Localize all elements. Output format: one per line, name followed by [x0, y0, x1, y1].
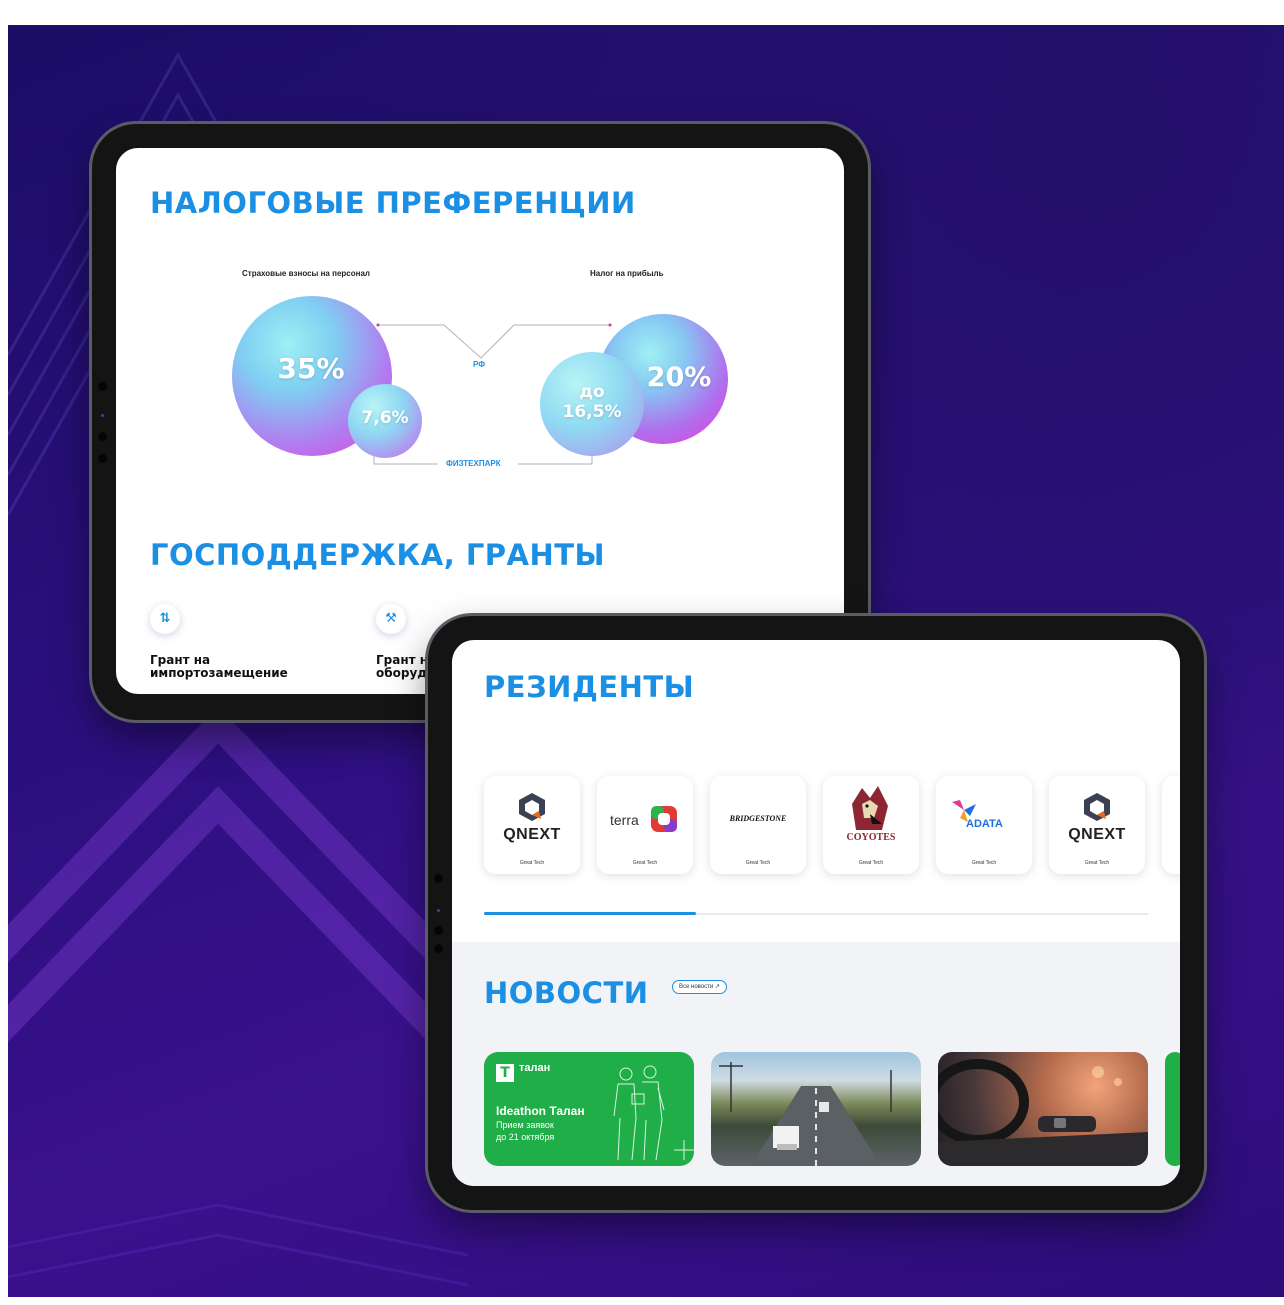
talan-logo-icon: T: [496, 1064, 514, 1082]
people-illustration: [613, 1065, 694, 1161]
qnext-logo-icon: [519, 793, 545, 821]
news-brand: талан: [519, 1062, 551, 1074]
all-news-button[interactable]: Все новости ↗: [672, 980, 727, 994]
camera-icon: [98, 432, 107, 441]
camera-icon: [434, 944, 443, 953]
coyote-logo-icon: [852, 786, 888, 830]
section-title-grants: ГОСПОДДЕРЖКА, ГРАНТЫ: [150, 538, 606, 572]
connector-lines: [373, 323, 612, 465]
highway-photo: [719, 1062, 892, 1166]
resident-card-qnext-2[interactable]: QNEXT Great Tech: [1049, 776, 1145, 874]
camera-dot: [101, 414, 104, 417]
sphere-do-text: до: [579, 382, 605, 402]
news-sub1: Прием заявок: [496, 1120, 554, 1130]
resident-card-qnext[interactable]: QNEXT Great Tech: [484, 776, 580, 874]
resident-card-partial[interactable]: [1162, 776, 1180, 874]
terra-logo-icon: [651, 806, 677, 832]
qnext-logo-icon: [1084, 793, 1110, 821]
sphere-165-value: до 16,5%: [540, 382, 644, 422]
grant-equipment[interactable]: Грант н оборуд: [376, 654, 428, 680]
label-phystechpark: ФИЗТЕХПАРК: [443, 459, 504, 468]
sphere-20-value: 20%: [646, 362, 712, 393]
tablet-residents-news: РЕЗИДЕНТЫ QNEXT Great Tech terra Great T…: [428, 616, 1204, 1210]
news-card-partial[interactable]: [1165, 1052, 1180, 1166]
camera-icon: [434, 926, 443, 935]
resident-name: QNEXT: [503, 826, 561, 843]
resident-name: QNEXT: [1068, 826, 1126, 843]
resident-name: BRIDGESTONE: [729, 814, 787, 823]
camera-dot: [437, 909, 440, 912]
sphere-35-value: 35%: [277, 352, 345, 385]
news-card-ideathon[interactable]: T талан Ideathon Талан Прием заявок до 2…: [484, 1052, 694, 1166]
resident-caption: Great Tech: [519, 860, 545, 866]
section-title-residents: РЕЗИДЕНТЫ: [484, 670, 695, 704]
resident-card-coyotes[interactable]: COYOTES Great Tech: [823, 776, 919, 874]
screen: НАЛОГОВЫЕ ПРЕФЕРЕНЦИИ Страховые взносы н…: [116, 148, 844, 694]
news-headline: Ideathon Талан: [496, 1104, 585, 1118]
resident-name: terra: [610, 812, 639, 828]
carousel-progress[interactable]: [484, 912, 696, 915]
arrows-icon: ⇅: [150, 604, 180, 634]
section-title-news: НОВОСТИ: [484, 976, 649, 1010]
grant-import-substitution[interactable]: Грант на импортозамещение: [150, 654, 288, 680]
driving-photo: [938, 1059, 1148, 1166]
resident-caption: Great Tech: [1084, 860, 1110, 866]
resident-card-bridgestone[interactable]: BRIDGESTONE Great Tech: [710, 776, 806, 874]
resident-caption: Great Tech: [971, 860, 997, 866]
camera-icon: [98, 382, 107, 391]
resident-caption: Great Tech: [745, 860, 771, 866]
resident-name: ADATA: [966, 818, 1003, 830]
camera-icon: [434, 874, 443, 883]
resident-card-terra[interactable]: terra Great Tech: [597, 776, 693, 874]
resident-caption: Great Tech: [632, 860, 658, 866]
resident-name: COYOTES: [846, 832, 896, 843]
news-sub2: до 21 октября: [496, 1132, 555, 1142]
news-card-highway[interactable]: [711, 1052, 921, 1166]
resident-card-adata[interactable]: ADATA Great Tech: [936, 776, 1032, 874]
screen: РЕЗИДЕНТЫ QNEXT Great Tech terra Great T…: [452, 640, 1180, 1186]
camera-icon: [98, 454, 107, 463]
news-card-driving[interactable]: [938, 1052, 1148, 1166]
grant-line2: оборуд: [376, 666, 427, 680]
resident-caption: Great Tech: [858, 860, 884, 866]
sphere-165-text: 16,5%: [562, 402, 622, 422]
sphere-76-value: 7,6%: [361, 408, 409, 428]
label-rf: РФ: [473, 360, 486, 369]
grant-line2: импортозамещение: [150, 666, 288, 680]
tools-icon: ⚒: [376, 604, 406, 634]
